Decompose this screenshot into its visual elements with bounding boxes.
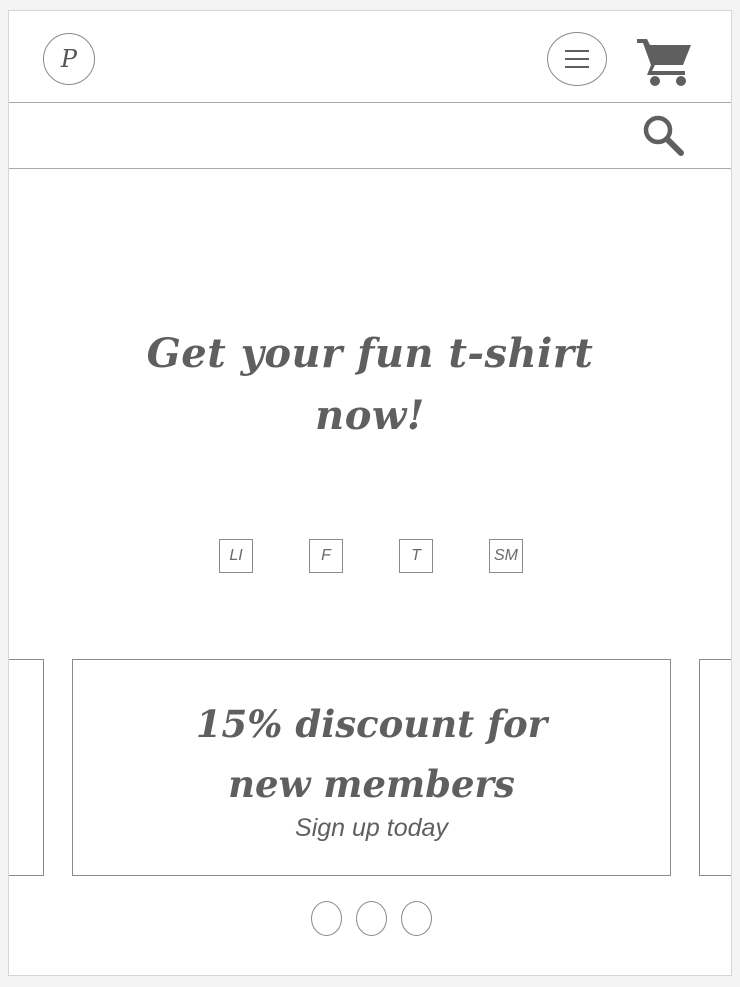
promo-heading: 15% discount for new members	[73, 694, 670, 814]
page-frame: P Get your fun t-shirt now! LI F T SM 15…	[8, 10, 732, 976]
carousel-card-previous[interactable]	[9, 659, 44, 876]
social-link-linkedin[interactable]: LI	[219, 539, 253, 573]
cart-button[interactable]	[635, 35, 693, 87]
hero-title-line1: Get your fun t-shirt	[146, 330, 594, 377]
carousel-pagination	[309, 901, 439, 937]
menu-button[interactable]	[547, 32, 607, 86]
promo-title-line2: new members	[228, 762, 515, 806]
promo-subtitle: Sign up today	[295, 814, 448, 842]
social-link-social-media[interactable]: SM	[489, 539, 523, 573]
hamburger-menu-icon	[565, 50, 589, 68]
social-link-twitter[interactable]: T	[399, 539, 433, 573]
logo-p-icon: P	[60, 45, 78, 73]
carousel-dot-1[interactable]	[311, 901, 342, 936]
hero-heading: Get your fun t-shirt now!	[9, 323, 731, 447]
shopping-cart-icon	[637, 39, 691, 86]
social-link-facebook[interactable]: F	[309, 539, 343, 573]
hero-title-line2: now!	[315, 392, 425, 439]
search-icon	[643, 115, 684, 156]
logo-button[interactable]: P	[43, 33, 95, 85]
header-bar: P	[9, 11, 731, 103]
promo-title-line1: 15% discount for	[195, 702, 548, 746]
search-bar	[9, 103, 731, 169]
carousel-dot-2[interactable]	[356, 901, 387, 936]
carousel-card-promo[interactable]: 15% discount for new members Sign up tod…	[72, 659, 671, 876]
carousel-dot-3[interactable]	[401, 901, 432, 936]
search-input[interactable]	[9, 103, 629, 167]
carousel-card-next[interactable]	[699, 659, 731, 876]
search-button[interactable]	[639, 111, 689, 159]
